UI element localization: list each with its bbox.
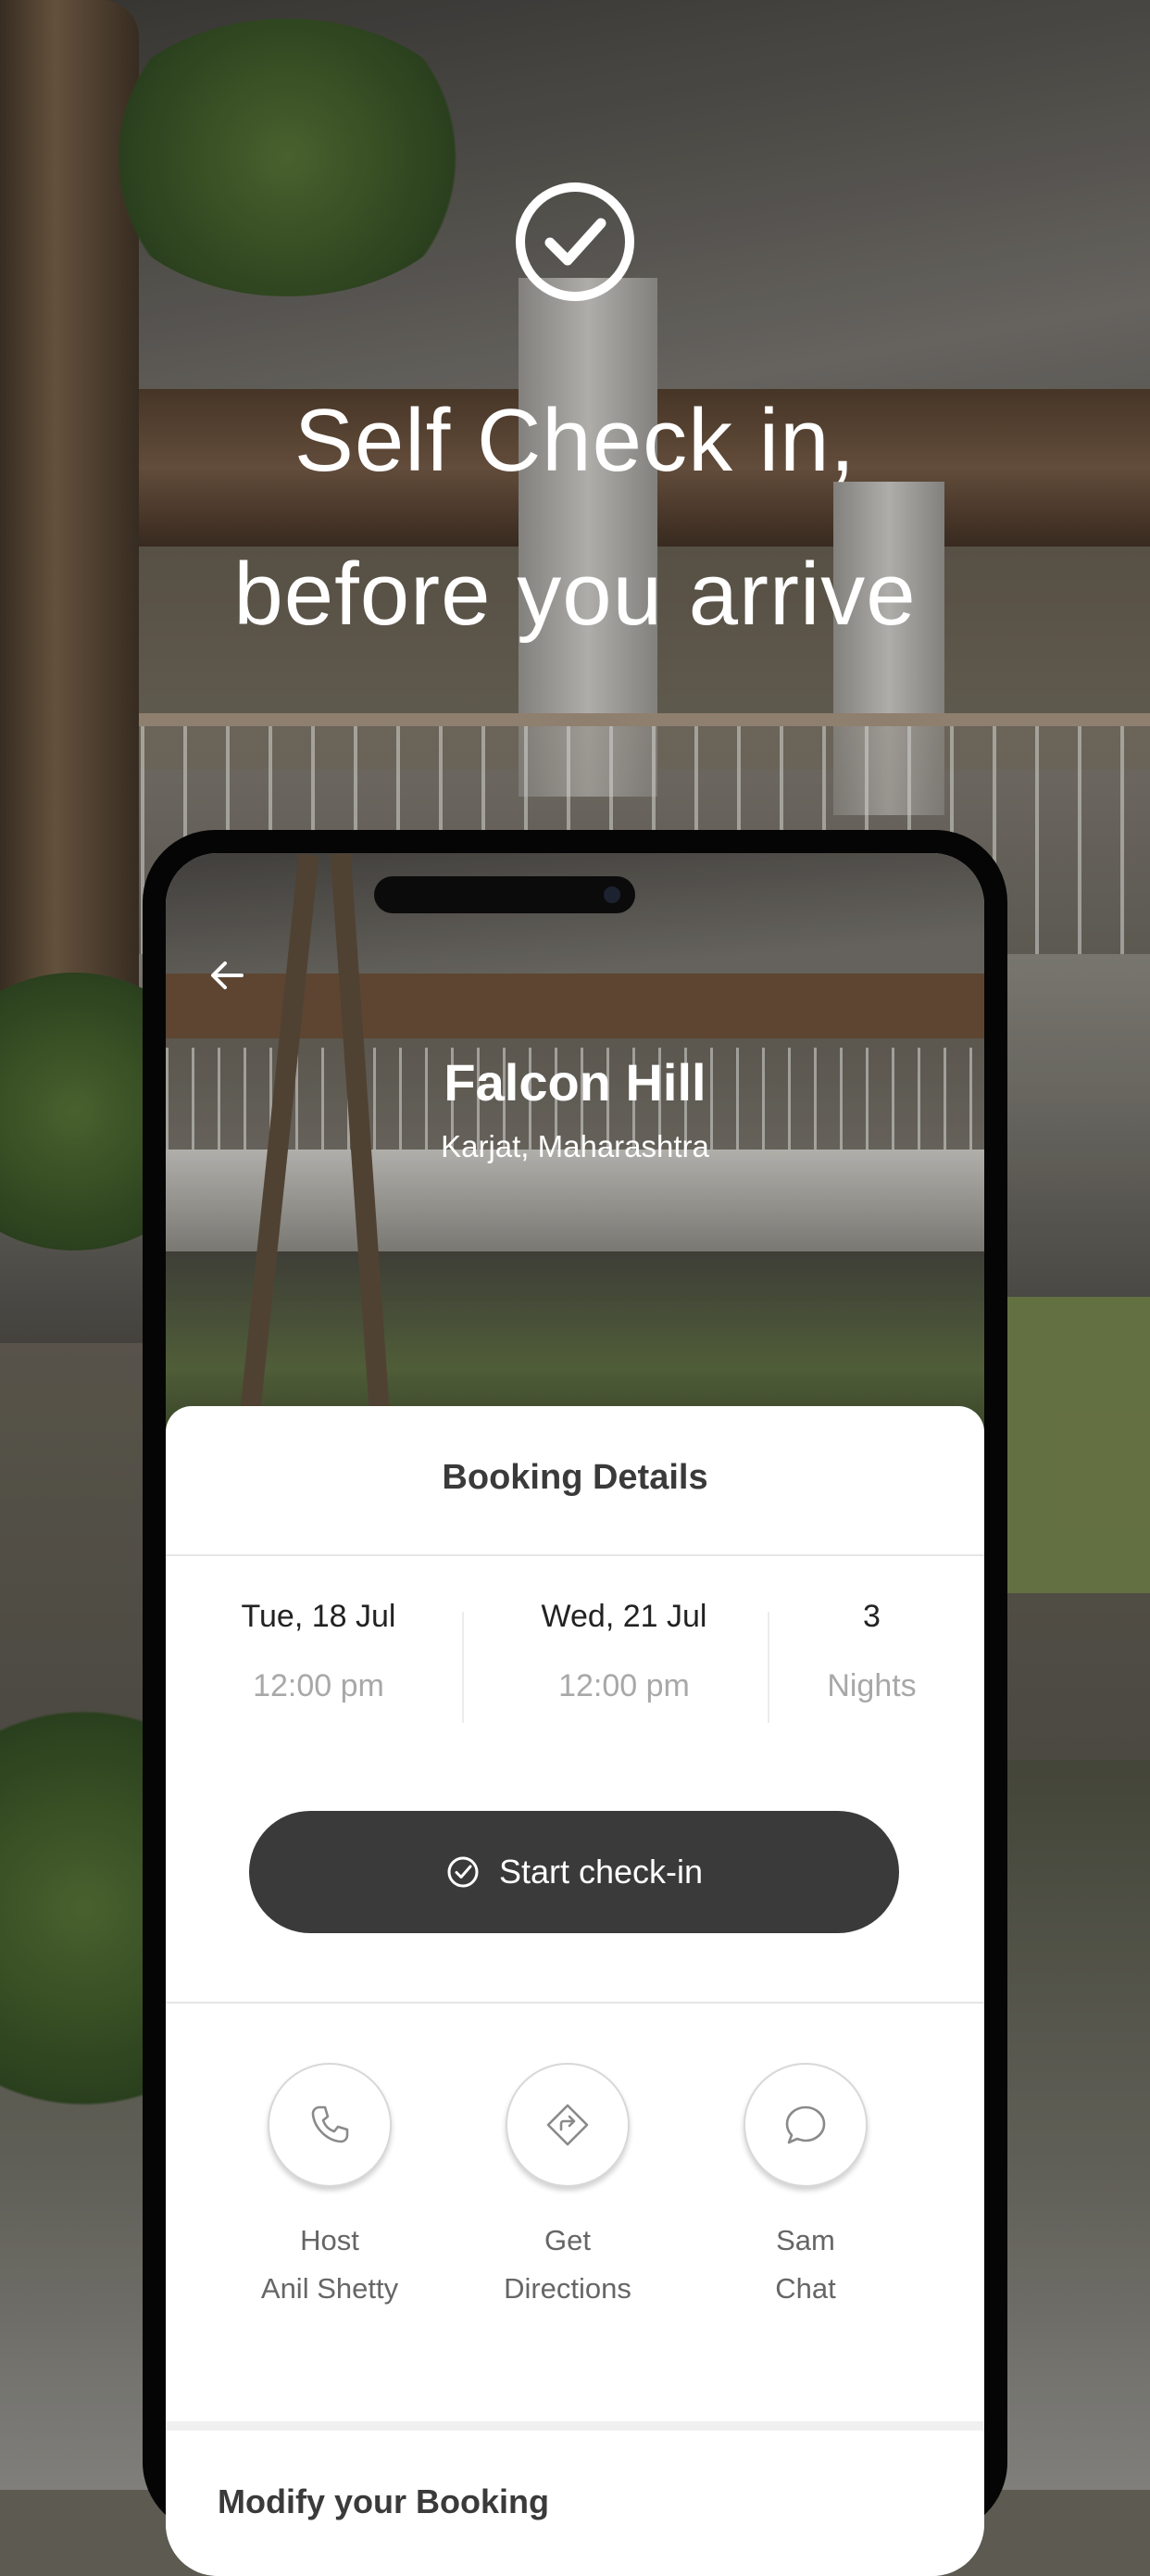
host-call-button[interactable] (268, 2063, 392, 2187)
phone-screen: Falcon Hill Karjat, Maharashtra Booking … (166, 853, 984, 2576)
hotel-name: Falcon Hill (444, 1053, 706, 1112)
check-circle-icon (447, 1856, 479, 1888)
directions-label-line2: Directions (504, 2272, 631, 2305)
column-separator (462, 1612, 464, 1723)
chat-label-line2: Chat (775, 2272, 836, 2305)
modify-booking-title[interactable]: Modify your Booking (218, 2482, 549, 2521)
checkout-date: Wed, 21 Jul (541, 1599, 707, 1634)
back-arrow-icon[interactable] (206, 955, 247, 996)
booking-sheet: Booking Details Tue, 18 Jul 12:00 pm Wed… (166, 1406, 984, 2576)
chat-icon (785, 2105, 826, 2144)
phone-mockup: Falcon Hill Karjat, Maharashtra Booking … (143, 830, 1007, 2576)
directions-icon (546, 2104, 589, 2146)
checkout-time: 12:00 pm (558, 1668, 690, 1703)
start-checkin-button[interactable]: Start check-in (249, 1811, 899, 1933)
checkin-time: 12:00 pm (253, 1668, 384, 1703)
divider (166, 1554, 984, 1556)
phone-icon (311, 2105, 349, 2143)
chat-label-line1: Sam (776, 2224, 835, 2256)
checkout-column: Wed, 21 Jul 12:00 pm (485, 1599, 763, 1704)
section-separator (166, 2421, 984, 2431)
camera-notch (374, 876, 635, 913)
nights-label: Nights (827, 1668, 917, 1703)
directions-action[interactable]: Get Directions (456, 2063, 679, 2313)
directions-label-line1: Get (544, 2224, 591, 2256)
directions-button[interactable] (506, 2063, 630, 2187)
host-call-action[interactable]: Host Anil Shetty (219, 2063, 441, 2313)
hotel-location: Karjat, Maharashtra (441, 1129, 709, 1163)
check-circle-icon (516, 182, 634, 301)
host-label: Host (300, 2224, 359, 2256)
hero-title-line2: before you arrive (233, 545, 917, 644)
nights-column: 3 Nights (795, 1599, 948, 1704)
chat-action[interactable]: Sam Chat (694, 2063, 917, 2313)
booking-details-title: Booking Details (442, 1458, 708, 1497)
checkin-date: Tue, 18 Jul (241, 1599, 396, 1634)
chat-button[interactable] (744, 2063, 868, 2187)
checkin-column: Tue, 18 Jul 12:00 pm (203, 1599, 434, 1704)
hero-title-line1: Self Check in, (294, 391, 856, 490)
start-checkin-label: Start check-in (498, 1853, 704, 1891)
nights-count: 3 (863, 1599, 881, 1634)
host-name: Anil Shetty (260, 2272, 399, 2305)
column-separator (768, 1612, 769, 1723)
divider (166, 2002, 984, 2004)
